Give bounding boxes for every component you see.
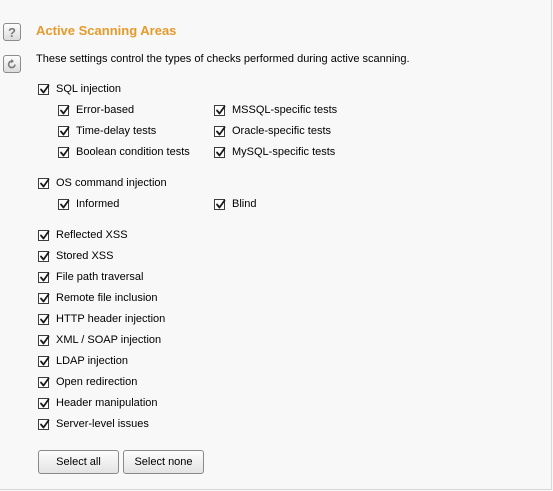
file-path-traversal-label: File path traversal — [56, 271, 144, 283]
stored-xss-label: Stored XSS — [56, 250, 114, 262]
checkmark-icon — [40, 314, 50, 323]
question-mark-icon: ? — [8, 24, 16, 40]
checkmark-icon — [60, 199, 70, 208]
checkmark-icon — [40, 293, 50, 302]
checkmark-icon — [216, 126, 226, 135]
time-delay-option[interactable]: Time-delay tests — [58, 124, 156, 138]
checkmark-icon — [40, 398, 50, 407]
file-path-traversal-option[interactable]: File path traversal — [38, 270, 143, 284]
time-delay-label: Time-delay tests — [76, 125, 157, 137]
header-manipulation-label: Header manipulation — [56, 397, 158, 409]
mssql-option[interactable]: MSSQL-specific tests — [214, 103, 337, 117]
blind-checkbox[interactable] — [214, 198, 226, 210]
checkmark-icon — [40, 377, 50, 386]
mysql-checkbox[interactable] — [214, 146, 226, 158]
remote-file-inclusion-checkbox[interactable] — [38, 292, 50, 304]
oracle-option[interactable]: Oracle-specific tests — [214, 124, 331, 138]
informed-option[interactable]: Informed — [58, 197, 119, 211]
ldap-injection-option[interactable]: LDAP injection — [38, 354, 128, 368]
file-path-traversal-checkbox[interactable] — [38, 271, 50, 283]
os-command-option[interactable]: OS command injection — [38, 176, 167, 190]
checkmark-icon — [40, 272, 50, 281]
http-header-injection-checkbox[interactable] — [38, 313, 50, 325]
checkmark-icon — [40, 335, 50, 344]
reflected-xss-option[interactable]: Reflected XSS — [38, 228, 128, 242]
checkmark-icon — [40, 251, 50, 260]
select-none-button[interactable]: Select none — [123, 450, 204, 474]
os-command-label: OS command injection — [56, 177, 167, 189]
blind-label: Blind — [232, 198, 257, 210]
refresh-arrow-icon — [7, 59, 16, 69]
error-based-checkbox[interactable] — [58, 104, 70, 116]
blind-option[interactable]: Blind — [214, 197, 256, 211]
sql-injection-option[interactable]: SQL injection — [38, 82, 121, 96]
mysql-label: MySQL-specific tests — [232, 146, 336, 158]
header-manipulation-option[interactable]: Header manipulation — [38, 396, 158, 410]
section-description: These settings control the types of chec… — [36, 53, 410, 65]
error-based-label: Error-based — [76, 104, 135, 116]
error-based-option[interactable]: Error-based — [58, 103, 134, 117]
oracle-checkbox[interactable] — [214, 125, 226, 137]
mssql-label: MSSQL-specific tests — [232, 104, 338, 116]
http-header-injection-option[interactable]: HTTP header injection — [38, 312, 165, 326]
checkmark-icon — [216, 105, 226, 114]
remote-file-inclusion-label: Remote file inclusion — [56, 292, 158, 304]
help-button[interactable]: ? — [3, 23, 21, 41]
time-delay-checkbox[interactable] — [58, 125, 70, 137]
open-redirection-label: Open redirection — [56, 376, 138, 388]
xml-soap-injection-label: XML / SOAP injection — [56, 334, 162, 346]
sql-injection-checkbox[interactable] — [38, 83, 50, 95]
checkmark-icon — [40, 356, 50, 365]
reflected-xss-checkbox[interactable] — [38, 229, 50, 241]
reset-defaults-button[interactable] — [3, 55, 21, 73]
stored-xss-option[interactable]: Stored XSS — [38, 249, 113, 263]
sql-injection-label: SQL injection — [56, 83, 122, 95]
checkmark-icon — [40, 178, 50, 187]
xml-soap-injection-checkbox[interactable] — [38, 334, 50, 346]
ldap-injection-label: LDAP injection — [56, 355, 128, 367]
reflected-xss-label: Reflected XSS — [56, 229, 128, 241]
checkmark-icon — [216, 199, 226, 208]
boolean-condition-label: Boolean condition tests — [76, 146, 190, 158]
open-redirection-option[interactable]: Open redirection — [38, 375, 137, 389]
checkmark-icon — [40, 84, 50, 93]
section-title: Active Scanning Areas — [36, 23, 177, 38]
boolean-condition-checkbox[interactable] — [58, 146, 70, 158]
os-command-checkbox[interactable] — [38, 177, 50, 189]
oracle-label: Oracle-specific tests — [232, 125, 332, 137]
remote-file-inclusion-option[interactable]: Remote file inclusion — [38, 291, 158, 305]
mysql-option[interactable]: MySQL-specific tests — [214, 145, 335, 159]
checkmark-icon — [60, 105, 70, 114]
open-redirection-checkbox[interactable] — [38, 376, 50, 388]
informed-checkbox[interactable] — [58, 198, 70, 210]
server-level-issues-label: Server-level issues — [56, 418, 149, 430]
checkmark-icon — [60, 126, 70, 135]
header-manipulation-checkbox[interactable] — [38, 397, 50, 409]
checkmark-icon — [40, 230, 50, 239]
checkmark-icon — [40, 419, 50, 428]
xml-soap-injection-option[interactable]: XML / SOAP injection — [38, 333, 161, 347]
boolean-condition-option[interactable]: Boolean condition tests — [58, 145, 190, 159]
informed-label: Informed — [76, 198, 120, 210]
stored-xss-checkbox[interactable] — [38, 250, 50, 262]
http-header-injection-label: HTTP header injection — [56, 313, 166, 325]
server-level-issues-checkbox[interactable] — [38, 418, 50, 430]
checkmark-icon — [216, 147, 226, 156]
mssql-checkbox[interactable] — [214, 104, 226, 116]
select-all-button[interactable]: Select all — [38, 450, 119, 474]
server-level-issues-option[interactable]: Server-level issues — [38, 417, 149, 431]
checkmark-icon — [60, 147, 70, 156]
ldap-injection-checkbox[interactable] — [38, 355, 50, 367]
